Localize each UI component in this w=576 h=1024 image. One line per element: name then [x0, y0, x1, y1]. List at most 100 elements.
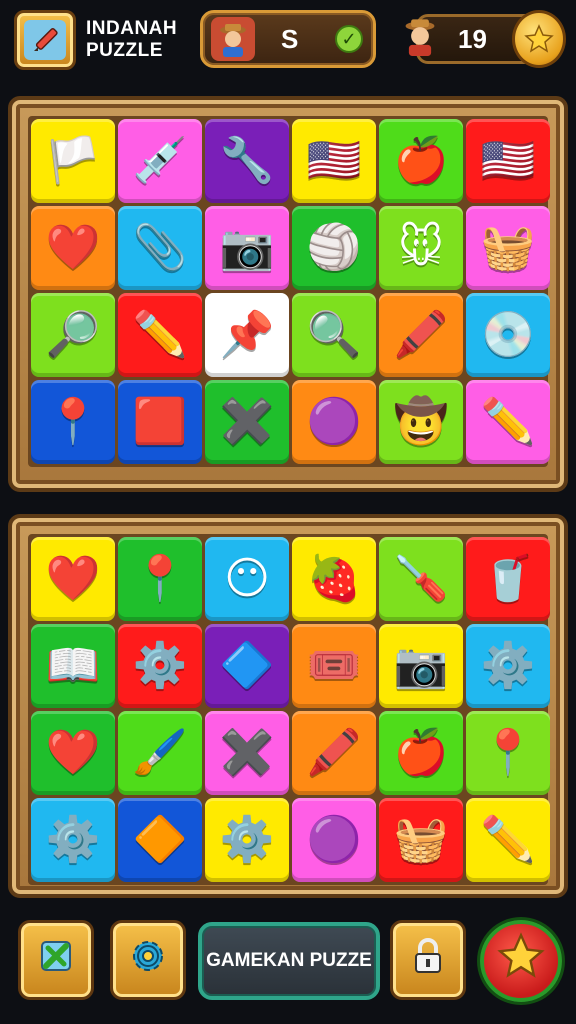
gear-icon: ⚙️	[45, 815, 101, 864]
app-pencil-button[interactable]	[14, 10, 76, 70]
basket-icon: 🧺	[480, 223, 536, 272]
bottom-board-tile[interactable]: ⚙️	[466, 624, 550, 708]
top-board-tile[interactable]: 🇺🇸	[292, 119, 376, 203]
top-puzzle-board: 🏳️ 💉 🔧 🇺🇸 🍎 🇺🇸 ❤️ 📎 📷 🏐 🐭 🧺 🔎 ✏️ 📌 🔍 🖍️ 💿 📍 🟥 ✖️ 🟣 🤠 ✏️	[8, 96, 568, 492]
top-board-tile[interactable]: 🇺🇸	[466, 119, 550, 203]
bottom-board-tile[interactable]: ✖️	[205, 711, 289, 795]
top-board-tile[interactable]: 🏐	[292, 206, 376, 290]
bottom-board-tile[interactable]: ⚙️	[31, 798, 115, 882]
bottom-board-tile[interactable]: 😶	[205, 537, 289, 621]
cup-icon: 🥤	[480, 554, 536, 603]
bottom-board-tile[interactable]: 🎟️	[292, 624, 376, 708]
start-puzzle-button[interactable]: GAMEKAN PUZZE	[198, 922, 380, 1000]
farmer-avatar-icon	[211, 17, 255, 61]
bottom-board-tile[interactable]: 📷	[379, 624, 463, 708]
bottom-board-tile[interactable]: 🔷	[205, 624, 289, 708]
bottom-board-tile[interactable]: ⚙️	[118, 624, 202, 708]
bottom-board-tile[interactable]: 🧺	[379, 798, 463, 882]
pencil-icon: ✏️	[480, 397, 536, 446]
tool-icon: 🪛	[393, 554, 449, 603]
bottom-board-tile[interactable]: 📖	[31, 624, 115, 708]
lock-button[interactable]	[390, 920, 466, 1000]
edit-icon	[36, 936, 76, 985]
disc-icon: 🟣	[306, 815, 362, 864]
star-gem-icon[interactable]	[512, 10, 566, 68]
bottom-puzzle-board: ❤️ 📍 😶 🍓 🪛 🥤 📖 ⚙️ 🔷 🎟️ 📷 ⚙️ ❤️ 🖌️ ✖️ 🖍️ 🍎 📍 ⚙️ 🔶 ⚙️ 🟣 🧺 ✏️	[8, 514, 568, 898]
apple-icon: 🍎	[393, 136, 449, 185]
bottom-board-tile[interactable]: ❤️	[31, 537, 115, 621]
pencil-icon: 🖍️	[393, 310, 449, 359]
disc-icon: 💿	[480, 310, 536, 359]
top-board-tile[interactable]: 🖍️	[379, 293, 463, 377]
top-board-tile[interactable]: 💿	[466, 293, 550, 377]
bottom-board-tile[interactable]: 📍	[466, 711, 550, 795]
bottom-board-tile[interactable]: ❤️	[31, 711, 115, 795]
top-board-tile[interactable]: 📎	[118, 206, 202, 290]
camera-icon: 📷	[393, 641, 449, 690]
gear-icon: ⚙️	[219, 815, 275, 864]
top-board-tile[interactable]: 📷	[205, 206, 289, 290]
top-board-tile[interactable]: 📍	[31, 380, 115, 464]
strawberry-icon: 🍓	[306, 554, 362, 603]
star-button[interactable]	[480, 920, 562, 1002]
top-board-tile[interactable]: ✏️	[466, 380, 550, 464]
bottom-board-tile[interactable]: 🖌️	[118, 711, 202, 795]
syringe-icon: 💉	[132, 136, 188, 185]
bottom-board-tile[interactable]: 🍓	[292, 537, 376, 621]
pencil-icon	[24, 20, 66, 60]
top-board-tile[interactable]: 🔍	[292, 293, 376, 377]
badge-icon: 🎟️	[306, 641, 362, 690]
bottom-tile-grid: ❤️ 📍 😶 🍓 🪛 🥤 📖 ⚙️ 🔷 🎟️ 📷 ⚙️ ❤️ 🖌️ ✖️ 🖍️ 🍎 📍 ⚙️ 🔶 ⚙️ 🟣 🧺 ✏️	[28, 534, 550, 885]
gear-icon	[127, 935, 169, 986]
wrench-icon: 🔧	[219, 136, 275, 185]
basket-icon: 🧺	[393, 815, 449, 864]
bottom-board-tile[interactable]: 🖍️	[292, 711, 376, 795]
bottom-board-tile[interactable]: 🪛	[379, 537, 463, 621]
x-mark-icon: ✖️	[219, 397, 275, 446]
needle-icon: 📍	[480, 728, 536, 777]
farmer-avatar-icon	[398, 14, 442, 58]
bottom-board-tile[interactable]: 🔶	[118, 798, 202, 882]
heart-icon: ❤️	[45, 223, 101, 272]
bottom-board-tile[interactable]: 🍎	[379, 711, 463, 795]
top-board-tile[interactable]: 🟣	[292, 380, 376, 464]
top-board-tile[interactable]: 🔎	[31, 293, 115, 377]
shovel-icon: 🔷	[219, 641, 275, 690]
magnifier-icon: 🔍	[306, 310, 362, 359]
pencil-icon: 🖍️	[306, 728, 362, 777]
top-board-tile[interactable]: 🐭	[379, 206, 463, 290]
pushpin-icon: 📌	[219, 310, 275, 359]
top-board-tile[interactable]: 🏳️	[31, 119, 115, 203]
top-board-tile[interactable]: 🧺	[466, 206, 550, 290]
top-board-tile[interactable]: 🔧	[205, 119, 289, 203]
bottom-board-tile[interactable]: ⚙️	[205, 798, 289, 882]
edit-button[interactable]	[18, 920, 94, 1000]
top-board-tile[interactable]: 🤠	[379, 380, 463, 464]
heart-icon: ❤️	[45, 554, 101, 603]
bottom-board-tile[interactable]: 📍	[118, 537, 202, 621]
top-board-tile[interactable]: 🍎	[379, 119, 463, 203]
top-board-tile[interactable]: ✖️	[205, 380, 289, 464]
scarecrow-icon: 🤠	[393, 397, 449, 446]
pencil-icon: ✏️	[480, 815, 536, 864]
bottom-board-tile[interactable]: 🟣	[292, 798, 376, 882]
pencil-icon: ✏️	[132, 310, 188, 359]
player-stat-panel[interactable]: S ✓	[200, 10, 376, 68]
top-board-tile[interactable]: 💉	[118, 119, 202, 203]
stat-value-right: 19	[458, 24, 487, 54]
ball-badge-icon: 🏐	[306, 223, 362, 272]
map-pin-icon: 📍	[45, 397, 101, 446]
bottom-board-tile[interactable]: ✏️	[466, 798, 550, 882]
magnifier-icon: 🔎	[45, 310, 101, 359]
apple-icon: 🍎	[393, 728, 449, 777]
score-stat-panel[interactable]: 19	[396, 10, 566, 68]
shield-icon: 🔶	[132, 815, 188, 864]
settings-button[interactable]	[110, 920, 186, 1000]
top-board-tile[interactable]: 🟥	[118, 380, 202, 464]
top-board-tile[interactable]: ✏️	[118, 293, 202, 377]
bottom-board-tile[interactable]: 🥤	[466, 537, 550, 621]
top-board-tile[interactable]: 📌	[205, 293, 289, 377]
lock-icon	[409, 936, 447, 985]
x-mark-icon: ✖️	[219, 728, 275, 777]
top-board-tile[interactable]: ❤️	[31, 206, 115, 290]
